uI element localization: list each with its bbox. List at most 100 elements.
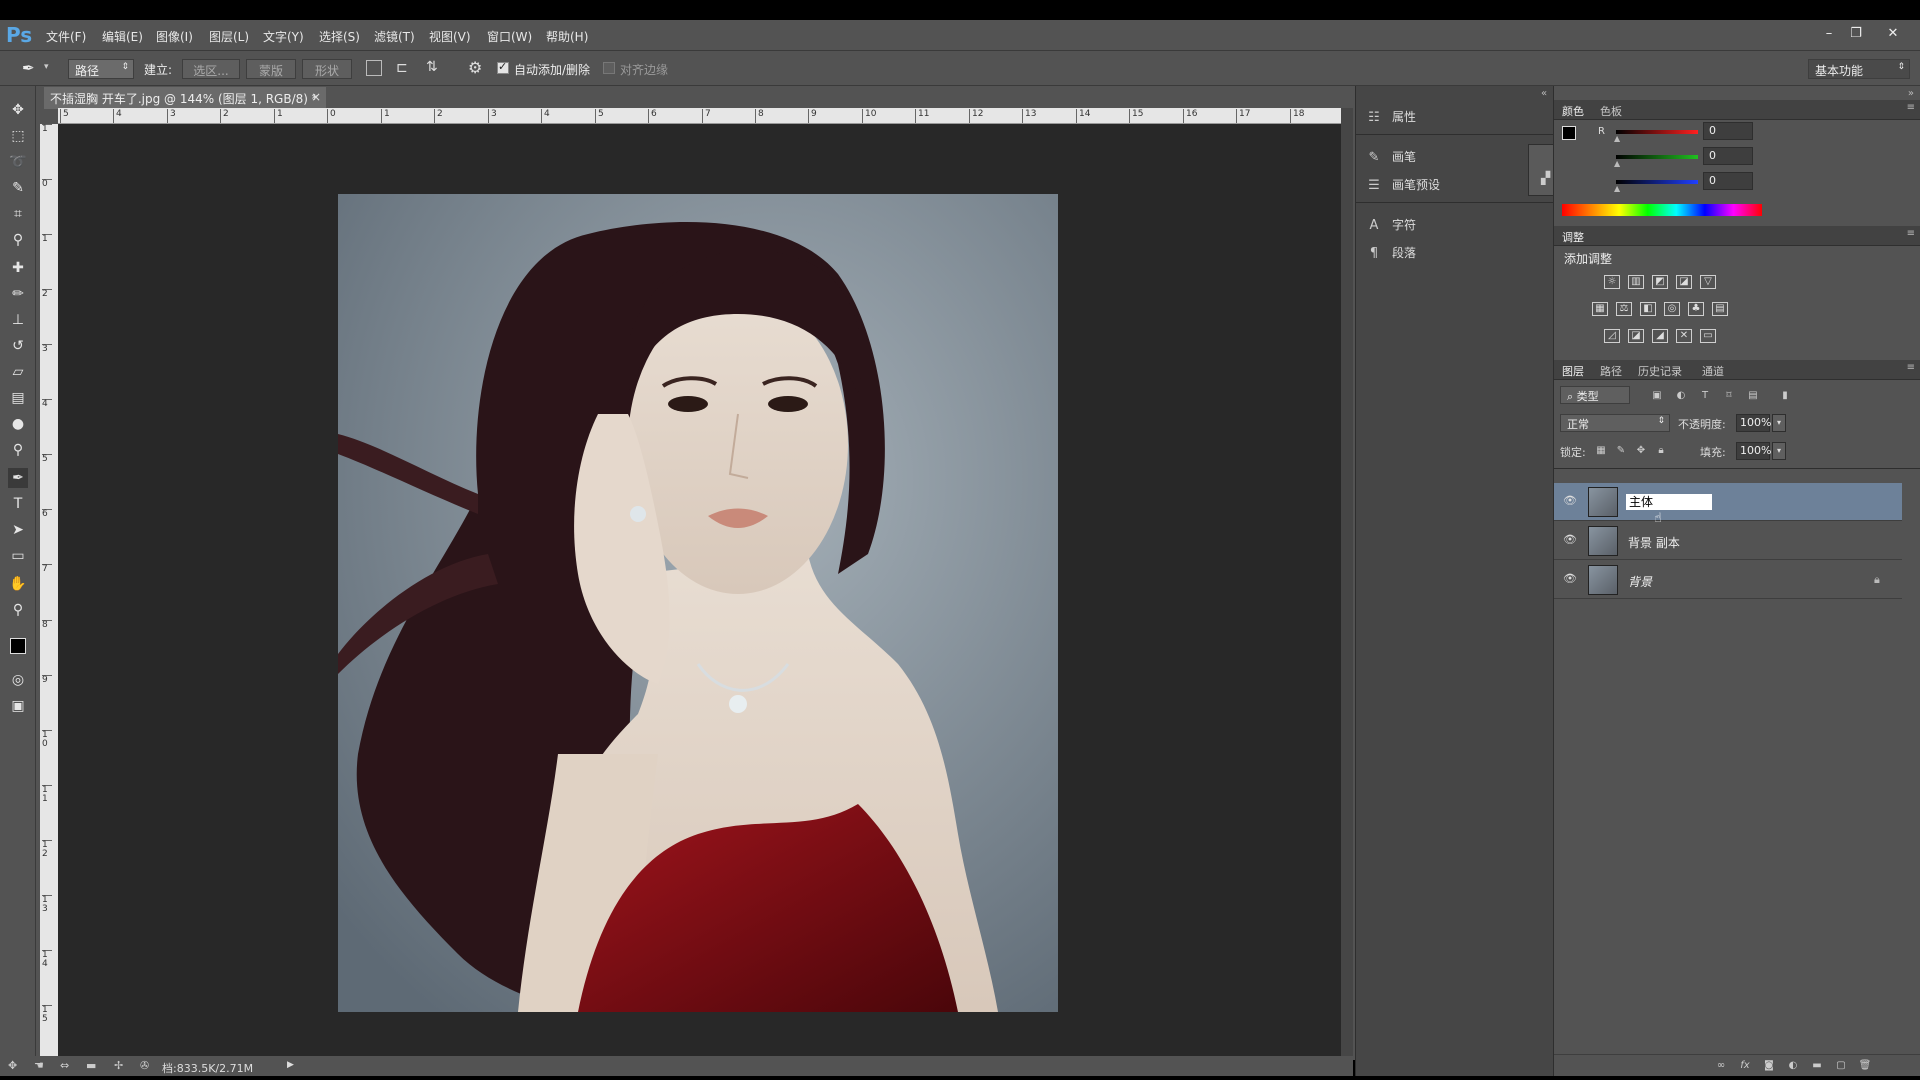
opacity-dropdown-icon[interactable]: ▾ xyxy=(1772,414,1786,432)
lock-all-icon[interactable]: 🔒︎ xyxy=(1654,444,1668,458)
menu-file[interactable]: 文件(F) xyxy=(46,28,86,45)
visibility-eye-icon[interactable]: 👁︎ xyxy=(1562,533,1578,549)
menu-type[interactable]: 文字(Y) xyxy=(263,28,304,45)
layer-row[interactable]: 👁︎ 主体 ☝ xyxy=(1554,483,1902,526)
dock-brush-presets[interactable]: ☰ 画笔预设 xyxy=(1366,176,1440,198)
tool-mode-select[interactable]: 路径 ⇕ xyxy=(68,59,134,79)
close-button[interactable]: ✕ xyxy=(1882,24,1904,44)
close-tab-icon[interactable]: × xyxy=(311,90,321,104)
vibrance-adjustment-icon[interactable]: ▽ xyxy=(1700,275,1716,289)
status-move-icon[interactable]: ✢ xyxy=(114,1059,123,1072)
screen-mode-icon[interactable]: ▣ xyxy=(8,696,28,716)
pen-tool-preset-icon[interactable]: ✒ xyxy=(22,59,40,77)
rectangle-tool-icon[interactable]: ▭ xyxy=(8,546,28,566)
chevron-down-icon[interactable]: ▾ xyxy=(44,62,49,72)
gradient-map-adjustment-icon[interactable]: ▭ xyxy=(1700,329,1716,343)
status-link-icon[interactable]: ⇔ xyxy=(60,1059,69,1072)
hand-tool-icon[interactable]: ✋ xyxy=(8,574,28,594)
slider-thumb-icon[interactable]: ▲ xyxy=(1614,159,1620,168)
layer-lock-icon[interactable]: 🔒︎ xyxy=(1874,573,1880,587)
gear-icon[interactable]: ⚙ xyxy=(468,58,482,77)
gradient-tool-icon[interactable]: ▤ xyxy=(8,388,28,408)
tab-history[interactable]: 历史记录 xyxy=(1638,363,1682,379)
path-operations-icon[interactable] xyxy=(366,60,382,76)
menu-window[interactable]: 窗口(W) xyxy=(487,28,532,45)
tab-adjustments[interactable]: 调整 xyxy=(1562,229,1584,245)
color-spectrum-ramp[interactable] xyxy=(1562,204,1762,216)
panel-menu-icon[interactable]: ≡ xyxy=(1907,102,1915,113)
group-icon[interactable]: ▬ xyxy=(1810,1059,1824,1073)
dock-paragraph[interactable]: ¶ 段落 xyxy=(1366,244,1416,266)
mask-icon[interactable]: ◙ xyxy=(1762,1059,1776,1073)
new-layer-icon[interactable]: ▢ xyxy=(1834,1059,1848,1073)
path-selection-tool-icon[interactable]: ➤ xyxy=(8,520,28,540)
path-alignment-icon[interactable]: ⊏ xyxy=(396,60,408,76)
color-foreground-swatch[interactable] xyxy=(1562,126,1576,140)
dock-character[interactable]: A 字符 xyxy=(1366,216,1416,238)
status-menu-arrow-icon[interactable]: ▶ xyxy=(287,1060,294,1070)
channel-mixer-adjustment-icon[interactable]: ♣ xyxy=(1688,302,1704,316)
photo-filter-adjustment-icon[interactable]: ◎ xyxy=(1664,302,1680,316)
eraser-tool-icon[interactable]: ▱ xyxy=(8,362,28,382)
auto-add-delete-checkbox[interactable]: ✓ xyxy=(497,60,509,74)
filter-shape-icon[interactable]: ⌑ xyxy=(1722,389,1736,403)
filter-type-icon[interactable]: T xyxy=(1698,389,1712,403)
threshold-adjustment-icon[interactable]: ◢ xyxy=(1652,329,1668,343)
healing-brush-tool-icon[interactable]: ✚ xyxy=(8,258,28,278)
posterize-adjustment-icon[interactable]: ◪ xyxy=(1628,329,1644,343)
expand-panels-icon[interactable]: » xyxy=(1908,88,1914,99)
move-tool-icon[interactable]: ✥ xyxy=(8,100,28,120)
workspace-switcher[interactable]: 基本功能 ⇕ xyxy=(1808,59,1910,79)
lock-position-icon[interactable]: ✥ xyxy=(1634,444,1648,458)
filter-pixel-icon[interactable]: ▣ xyxy=(1650,389,1664,403)
tab-channels[interactable]: 通道 xyxy=(1702,363,1724,379)
tab-color[interactable]: 颜色 xyxy=(1562,103,1584,119)
dock-properties[interactable]: ☷ 属性 xyxy=(1366,108,1416,130)
hue-saturation-adjustment-icon[interactable]: ▦ xyxy=(1592,302,1608,316)
layer-row[interactable]: 👁︎ 背景 🔒︎ xyxy=(1554,561,1902,599)
menu-edit[interactable]: 编辑(E) xyxy=(102,28,143,45)
lasso-tool-icon[interactable]: ➰ xyxy=(8,152,28,172)
status-wrench-icon[interactable]: ✇ xyxy=(140,1059,149,1072)
red-slider[interactable] xyxy=(1616,130,1698,134)
document-image[interactable] xyxy=(338,194,1058,1012)
layer-name-editor[interactable]: 主体 xyxy=(1626,494,1712,510)
layer-row[interactable]: 👁︎ 背景 副本 xyxy=(1554,522,1902,560)
adjustment-icon[interactable]: ◐ xyxy=(1786,1059,1800,1073)
exposure-adjustment-icon[interactable]: ◪ xyxy=(1676,275,1692,289)
status-hand-icon[interactable]: ☚ xyxy=(34,1059,44,1072)
lock-pixels-icon[interactable]: ✎ xyxy=(1614,444,1628,458)
foreground-color-swatch[interactable] xyxy=(10,638,26,654)
filter-smart-object-icon[interactable]: ▤ xyxy=(1746,389,1760,403)
tab-paths[interactable]: 路径 xyxy=(1600,363,1622,379)
invert-adjustment-icon[interactable]: ◿ xyxy=(1604,329,1620,343)
marquee-tool-icon[interactable]: ⬚ xyxy=(8,126,28,146)
path-arrangement-icon[interactable]: ⇅ xyxy=(426,59,438,75)
opacity-input[interactable]: 100% xyxy=(1736,414,1771,432)
curves-adjustment-icon[interactable]: ◩ xyxy=(1652,275,1668,289)
panel-menu-icon[interactable]: ≡ xyxy=(1907,228,1915,239)
brightness-adjustment-icon[interactable]: ☼ xyxy=(1604,275,1620,289)
fill-dropdown-icon[interactable]: ▾ xyxy=(1772,442,1786,460)
selective-color-adjustment-icon[interactable]: ✕ xyxy=(1676,329,1692,343)
color-balance-adjustment-icon[interactable]: ⚖ xyxy=(1616,302,1632,316)
menu-help[interactable]: 帮助(H) xyxy=(546,28,588,45)
tab-layers[interactable]: 图层 xyxy=(1562,363,1584,379)
zoom-tool-icon[interactable]: ⚲ xyxy=(8,600,28,620)
blue-value-input[interactable]: 0 xyxy=(1703,172,1753,190)
slider-thumb-icon[interactable]: ▲ xyxy=(1614,184,1620,193)
type-tool-icon[interactable]: T xyxy=(8,494,28,514)
trash-icon[interactable]: 🗑︎ xyxy=(1858,1059,1872,1073)
layer-filter-select[interactable]: ⌕ 类型 xyxy=(1560,386,1630,404)
tab-swatches[interactable]: 色板 xyxy=(1600,103,1622,119)
pen-tool-icon[interactable]: ✒ xyxy=(8,468,28,488)
visibility-eye-icon[interactable]: 👁︎ xyxy=(1562,572,1578,588)
canvas-vertical-scrollbar[interactable] xyxy=(1341,108,1353,1056)
make-selection-button[interactable]: 选区... xyxy=(182,59,240,79)
menu-filter[interactable]: 滤镜(T) xyxy=(374,28,415,45)
link-icon[interactable]: ∞ xyxy=(1714,1059,1728,1073)
quick-mask-icon[interactable]: ◎ xyxy=(8,670,28,690)
panel-menu-icon[interactable]: ≡ xyxy=(1907,362,1915,373)
minimize-button[interactable]: – xyxy=(1818,24,1840,44)
status-tool-icon[interactable]: ✥ xyxy=(8,1059,17,1072)
